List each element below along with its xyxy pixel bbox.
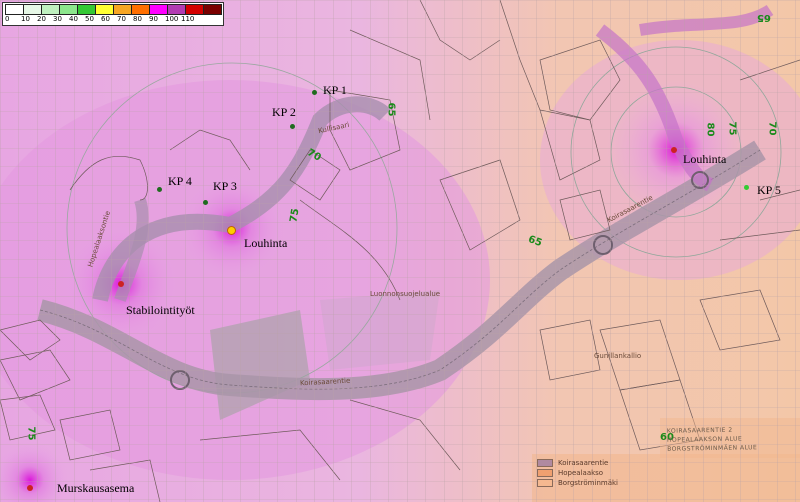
kp1-marker (312, 90, 317, 95)
legend-swatch (23, 4, 42, 15)
contour-label: 75 (726, 121, 738, 136)
kp4-label: KP 4 (168, 174, 192, 188)
legend-swatch (5, 4, 24, 15)
stabilointi-label: Stabilointityöt (126, 303, 195, 317)
noise-map: 0 10 20 30 40 50 60 70 80 90 100 110 KP 1 KP 2 KP 3… (0, 0, 800, 502)
legend-tick-label: 100 (165, 15, 179, 23)
kp1-label: KP 1 (323, 83, 347, 97)
legend-swatch (77, 4, 96, 15)
kp3-marker (203, 200, 208, 205)
stabilointi-source (118, 281, 124, 287)
legend-tick-label: 0 (5, 15, 10, 23)
legend-swatch (185, 4, 204, 15)
legend-tick-label: 20 (37, 15, 46, 23)
murskausasema-source (27, 485, 33, 491)
legend-swatch (131, 4, 150, 15)
kp5-label: KP 5 (757, 183, 781, 197)
area-legend: Koirasaarentie Hopealaakso Borgströminmä… (537, 458, 618, 488)
kp5-marker (744, 185, 749, 190)
legend-swatches (5, 4, 222, 15)
legend-tick-label: 110 (181, 15, 195, 23)
map-title-block: KOIRASAARENTIE 2 HOPEALAAKSON ALUE BORGS… (666, 426, 758, 453)
legend-tick-label: 30 (53, 15, 62, 23)
contour-label: 80 (704, 122, 716, 137)
area-legend-item: Hopealaakso (537, 468, 618, 478)
contour-label: 65 (385, 102, 397, 117)
street-luonnonsuojelualue: Luonnonsuojelualue (370, 290, 441, 298)
area-legend-item: Koirasaarentie (537, 458, 618, 468)
area-swatch (537, 459, 553, 467)
kp2-label: KP 2 (272, 105, 296, 119)
legend-swatch (149, 4, 168, 15)
legend-tick-label: 50 (85, 15, 94, 23)
louhinta-east-source (671, 147, 677, 153)
legend-tick-label: 60 (101, 15, 110, 23)
street-gunillankallio: Gunillankallio (594, 352, 642, 360)
kp4-marker (157, 187, 162, 192)
contour-label: 70 (766, 121, 778, 136)
louhinta-west-label: Louhinta (244, 236, 288, 250)
area-swatch (537, 469, 553, 477)
contour-label: 65 (757, 12, 771, 23)
legend-swatch (41, 4, 60, 15)
legend-tick-label: 70 (117, 15, 126, 23)
area-legend-item: Borgströminmäki (537, 478, 618, 488)
legend-tick-label: 40 (69, 15, 78, 23)
legend-swatch (167, 4, 186, 15)
louhinta-west-source (227, 226, 236, 235)
kp3-label: KP 3 (213, 179, 237, 193)
legend-swatch (59, 4, 78, 15)
louhinta-east-label: Louhinta (683, 152, 727, 166)
legend-swatch (203, 4, 222, 15)
kp2-marker (290, 124, 295, 129)
contour-label: 75 (25, 426, 37, 441)
murskausasema-label: Murskausasema (57, 481, 135, 495)
legend-swatch (95, 4, 114, 15)
legend-tick-label: 80 (133, 15, 142, 23)
legend-tick-labels: 0 10 20 30 40 50 60 70 80 90 100 110 (5, 15, 221, 25)
legend-tick-label: 90 (149, 15, 158, 23)
legend-tick-label: 10 (21, 15, 30, 23)
noise-level-legend: 0 10 20 30 40 50 60 70 80 90 100 110 (2, 2, 224, 26)
legend-swatch (113, 4, 132, 15)
area-swatch (537, 479, 553, 487)
